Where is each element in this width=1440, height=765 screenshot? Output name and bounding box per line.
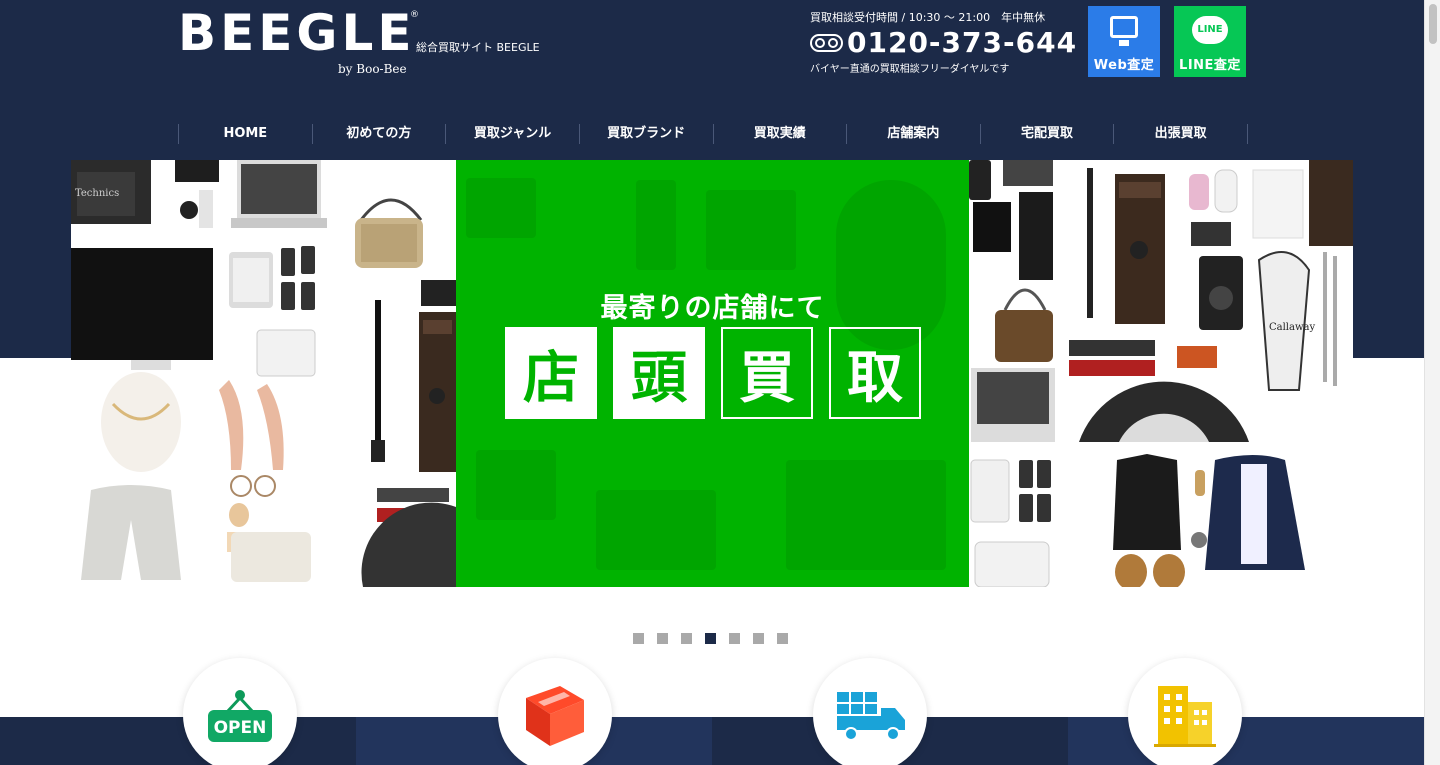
delivery-truck-icon [837,692,905,741]
slider-pagination [633,633,788,644]
monitor-icon [1110,16,1138,46]
nav-item-home[interactable]: HOME [178,124,312,144]
hero-title: 店 頭 買 取 [505,327,921,419]
feature-store-locations[interactable] [1128,658,1242,765]
feature-delivery-box[interactable] [498,658,612,765]
nav-item-genres[interactable]: 買取ジャンル [445,124,579,144]
hero-kanji-2: 頭 [613,327,705,419]
logo[interactable]: BEEGLE ® by Boo-Bee [178,4,419,76]
feature-open-store[interactable]: OPEN [183,658,297,765]
nav-item-first-time[interactable]: 初めての方 [311,124,446,144]
site-description: 総合買取サイト BEEGLE [416,41,540,54]
technics-label: Technics [75,188,119,199]
line-appraisal-button[interactable]: LINE LINE査定 [1174,6,1246,77]
phone-number[interactable]: 0120-373-644 [847,26,1077,59]
logo-text: BEEGLE [178,4,416,62]
slider-dot-2[interactable] [657,633,668,644]
web-appraisal-button[interactable]: Web査定 [1088,6,1160,77]
open-sign-label: OPEN [214,718,267,738]
page-scrollbar[interactable] [1424,0,1440,765]
phone-contact: 買取相談受付時間 / 10:30 〜 21:00 年中無休 0120-373-6… [810,9,1077,75]
web-appraisal-label: Web査定 [1093,58,1155,73]
product-collage-left: Technics [71,160,456,587]
building-icon [1154,686,1216,747]
hero-subtitle: 最寄りの店舗にて [600,293,825,324]
slider-dot-5[interactable] [729,633,740,644]
main-nav: HOME 初めての方 買取ジャンル 買取ブランド 買取実績 店舗案内 宅配買取 … [178,124,1248,144]
business-hours: 買取相談受付時間 / 10:30 〜 21:00 年中無休 [810,11,1046,24]
slider-dot-1[interactable] [633,633,644,644]
hero-kanji-4: 取 [829,327,921,419]
slider-dot-7[interactable] [777,633,788,644]
nav-item-home-visit[interactable]: 出張買取 [1113,124,1248,144]
logo-registered-mark: ® [410,10,419,20]
logo-byline: by Boo-Bee [338,62,407,76]
hero-slider[interactable]: Technics 最寄りの店舗にて 店 頭 買 取 Callaway [71,160,1353,587]
line-appraisal-label: LINE査定 [1179,58,1241,73]
nav-item-stores[interactable]: 店舗案内 [846,124,980,144]
hero-kanji-1: 店 [505,327,597,419]
product-collage-right: Callaway [969,160,1353,587]
slider-dot-6[interactable] [753,633,764,644]
open-sign-icon: OPEN [208,690,272,742]
golf-bag-label: Callaway [1269,322,1315,333]
nav-item-brands[interactable]: 買取ブランド [578,124,713,144]
nav-item-results[interactable]: 買取実績 [712,124,847,144]
slider-dot-4[interactable] [705,633,716,644]
line-logo-icon: LINE [1192,16,1228,44]
package-box-icon [526,686,584,746]
freedial-icon [810,33,843,52]
hero-kanji-3: 買 [721,327,813,419]
hero-main-panel: 最寄りの店舗にて 店 頭 買 取 [456,160,969,587]
feature-home-visit[interactable] [813,658,927,765]
nav-item-delivery[interactable]: 宅配買取 [979,124,1114,144]
phone-note: バイヤー直通の買取相談フリーダイヤルです [810,64,1010,75]
slider-dot-3[interactable] [681,633,692,644]
